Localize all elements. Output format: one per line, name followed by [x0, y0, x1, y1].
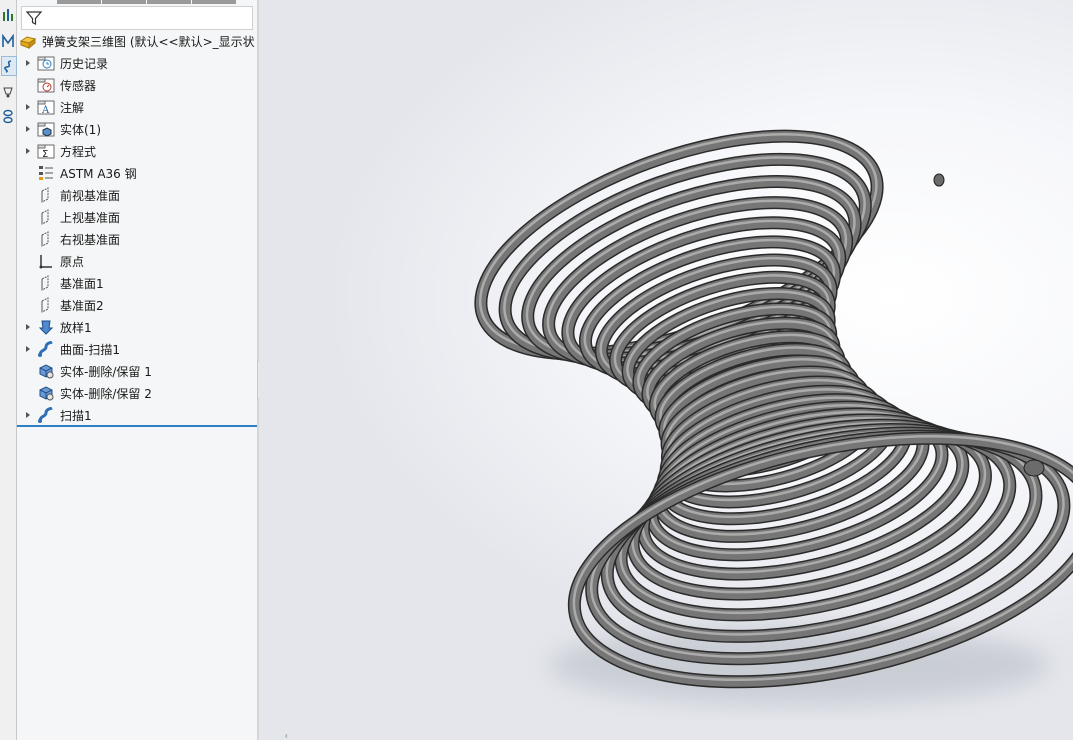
tree-item-annotations[interactable]: A 注解 [23, 97, 84, 117]
configuration-manager-icon[interactable] [1, 56, 17, 76]
tree-item-plane2[interactable]: 基准面2 [23, 295, 104, 315]
delete-body-icon [37, 362, 55, 380]
tree-item-label: 右视基准面 [60, 232, 121, 247]
plane-icon [37, 230, 55, 248]
expand-arrow-icon[interactable] [23, 53, 33, 73]
tree-item-sensors[interactable]: 传感器 [23, 75, 96, 95]
loft-icon [37, 318, 55, 336]
manager-tab-strip [0, 0, 17, 740]
panel-tab[interactable] [147, 0, 192, 4]
tree-item-delete-body1[interactable]: 实体-删除/保留 1 [23, 361, 152, 381]
display-manager-icon[interactable] [1, 108, 15, 126]
tube-end-cap [933, 173, 945, 187]
rollback-bar[interactable] [17, 425, 257, 427]
part-icon [19, 32, 37, 50]
filter-icon[interactable] [26, 10, 42, 26]
expand-arrow-icon[interactable] [23, 119, 33, 139]
plane-icon [37, 186, 55, 204]
panel-tab-bar [57, 0, 237, 4]
tree-item-label: 基准面2 [60, 298, 104, 313]
history-folder-icon [37, 54, 55, 72]
property-manager-icon[interactable] [1, 32, 15, 50]
tree-item-label: 放样1 [60, 320, 92, 335]
tree-item-label: 实体-删除/保留 2 [60, 386, 152, 401]
solid-bodies-folder-icon [37, 120, 55, 138]
svg-text:Σ: Σ [42, 149, 48, 159]
sensors-folder-icon [37, 76, 55, 94]
origin-icon [37, 252, 55, 270]
delete-body-icon [37, 384, 55, 402]
plane-icon [37, 296, 55, 314]
tree-item-label: 原点 [60, 254, 85, 269]
tree-item-sweep1[interactable]: 扫描1 [23, 405, 92, 425]
material-icon [37, 164, 55, 182]
tree-item-label: 前视基准面 [60, 188, 121, 203]
tree-item-origin[interactable]: 原点 [23, 251, 84, 271]
tree-item-label: 实体-删除/保留 1 [60, 364, 152, 379]
tree-item-right-plane[interactable]: 右视基准面 [23, 229, 120, 249]
origin-triad: ᵡ [285, 733, 288, 740]
equations-folder-icon: Σ [37, 142, 55, 160]
tree-item-equations[interactable]: Σ 方程式 [23, 141, 96, 161]
tree-filter-input[interactable] [21, 6, 253, 30]
sweep-icon [37, 406, 55, 424]
panel-tab[interactable] [57, 0, 102, 4]
tree-item-label: 传感器 [60, 78, 97, 93]
tree-item-label: 实体(1) [60, 122, 101, 137]
dimxpert-icon[interactable] [1, 82, 15, 100]
expand-arrow-icon[interactable] [23, 405, 33, 425]
tree-item-label: 基准面1 [60, 276, 104, 291]
spring-coil-model[interactable] [259, 0, 1073, 740]
tree-item-history[interactable]: 历史记录 [23, 53, 108, 73]
tree-item-solid-bodies[interactable]: 实体(1) [23, 119, 101, 139]
tree-item-label: 上视基准面 [60, 210, 121, 225]
panel-tab[interactable] [192, 0, 237, 4]
tree-item-surface-sweep1[interactable]: 曲面-扫描1 [23, 339, 120, 359]
graphics-viewport[interactable]: ᵡ [259, 0, 1073, 740]
feature-manager-icon[interactable] [1, 6, 15, 24]
tree-item-label: 历史记录 [60, 56, 109, 71]
expand-arrow-icon[interactable] [23, 339, 33, 359]
expand-arrow-icon[interactable] [23, 317, 33, 337]
tree-item-loft1[interactable]: 放样1 [23, 317, 92, 337]
surface-sweep-icon [37, 340, 55, 358]
tube-end-cap [1023, 459, 1045, 477]
feature-manager-tree: 弹簧支架三维图 (默认<<默认>_显示状 历史记录 传感器 A 注解 实体(1)… [17, 0, 257, 740]
tree-item-label: 方程式 [60, 144, 97, 159]
panel-tab[interactable] [102, 0, 147, 4]
tree-root[interactable]: 弹簧支架三维图 (默认<<默认>_显示状 [19, 31, 255, 51]
tree-root-label: 弹簧支架三维图 (默认<<默认>_显示状 [42, 34, 255, 49]
plane-icon [37, 274, 55, 292]
expand-arrow-icon[interactable] [23, 141, 33, 161]
tree-item-label: ASTM A36 钢 [60, 166, 137, 181]
tree-item-top-plane[interactable]: 上视基准面 [23, 207, 120, 227]
plane-icon [37, 208, 55, 226]
expand-arrow-icon[interactable] [23, 97, 33, 117]
tree-item-label: 扫描1 [60, 408, 92, 423]
svg-text:A: A [41, 105, 50, 115]
tree-item-plane1[interactable]: 基准面1 [23, 273, 104, 293]
tree-item-delete-body2[interactable]: 实体-删除/保留 2 [23, 383, 152, 403]
tree-item-label: 注解 [60, 100, 85, 115]
annotations-folder-icon: A [37, 98, 55, 116]
tree-item-front-plane[interactable]: 前视基准面 [23, 185, 120, 205]
tree-item-label: 曲面-扫描1 [60, 342, 120, 357]
tree-item-material[interactable]: ASTM A36 钢 [23, 163, 137, 183]
